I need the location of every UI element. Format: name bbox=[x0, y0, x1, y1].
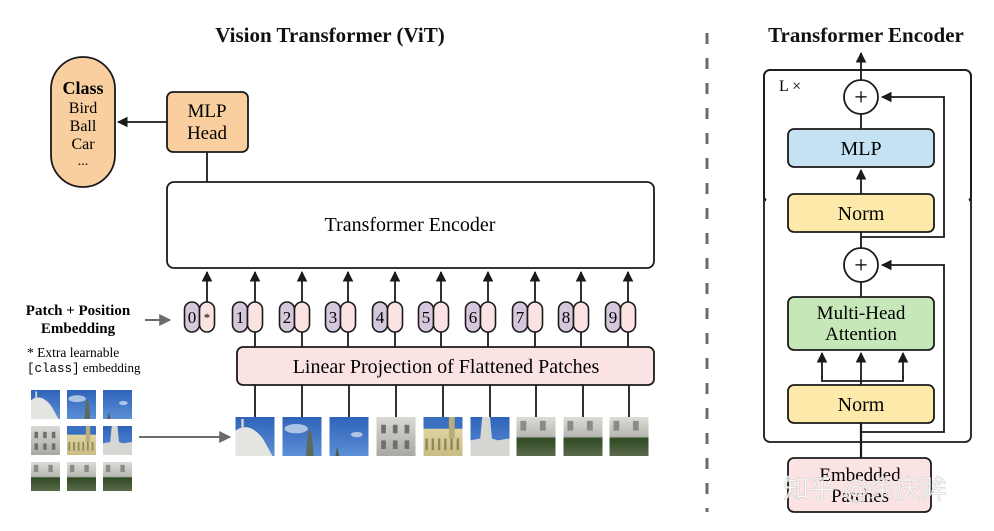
token: 9 bbox=[604, 270, 637, 347]
patch-embedding bbox=[339, 301, 357, 333]
token: 4 bbox=[371, 270, 404, 347]
token: 8 bbox=[557, 270, 590, 347]
image-patch bbox=[282, 417, 322, 456]
position-index: 2 bbox=[283, 308, 292, 327]
patch-embedding bbox=[293, 301, 311, 333]
image-patch bbox=[67, 390, 96, 419]
position-index: 6 bbox=[469, 308, 478, 327]
extra-note: * Extra learnable bbox=[27, 345, 119, 360]
encoder-detail-title: Transformer Encoder bbox=[768, 23, 964, 47]
class-item: ... bbox=[78, 154, 89, 169]
flattened-patches bbox=[235, 385, 649, 456]
token: 7 bbox=[511, 270, 544, 347]
image-patch bbox=[103, 390, 132, 419]
mlp-label: MLP bbox=[840, 138, 881, 160]
attention-label: Attention bbox=[825, 324, 897, 345]
norm-label: Norm bbox=[838, 203, 885, 225]
class-item: Bird bbox=[69, 100, 97, 117]
vit-title: Vision Transformer (ViT) bbox=[215, 23, 444, 47]
image-patch bbox=[103, 426, 132, 455]
vit-diagram: Vision Transformer (ViT) Class Bird Ball… bbox=[26, 23, 972, 513]
embedding-word: embedding bbox=[80, 360, 142, 375]
position-index: 7 bbox=[516, 308, 525, 327]
patch-embedding bbox=[479, 301, 497, 333]
image-patch bbox=[376, 417, 416, 456]
mlp-block: MLP bbox=[787, 128, 935, 168]
class-output-box: Class Bird Ball Car ... bbox=[50, 56, 116, 188]
position-index: 9 bbox=[609, 308, 618, 327]
mlp-head-label: Head bbox=[187, 123, 228, 144]
token: 6 bbox=[464, 270, 497, 347]
position-index: 0 bbox=[188, 308, 197, 327]
patch-embedding bbox=[619, 301, 637, 333]
position-index: 4 bbox=[376, 308, 385, 327]
attention-label: Multi-Head bbox=[817, 303, 906, 324]
norm-label: Norm bbox=[838, 394, 885, 416]
image-patch bbox=[67, 462, 96, 491]
residual-add-top: + bbox=[843, 79, 879, 115]
image-patch bbox=[235, 417, 275, 456]
source-image-grid bbox=[31, 390, 132, 491]
mlp-head-label: MLP bbox=[187, 101, 226, 122]
linear-projection-label: Linear Projection of Flattened Patches bbox=[293, 356, 600, 378]
transformer-encoder-label: Transformer Encoder bbox=[325, 214, 496, 236]
patch-embedding-mark: * bbox=[204, 310, 211, 325]
token: 5 bbox=[417, 270, 450, 347]
image-patch bbox=[67, 426, 96, 455]
image-patch bbox=[31, 462, 60, 491]
linear-projection-box: Linear Projection of Flattened Patches bbox=[236, 346, 655, 386]
image-patch bbox=[329, 417, 369, 456]
class-item: Car bbox=[71, 136, 95, 153]
patch-embedding bbox=[432, 301, 450, 333]
norm-block-top: Norm bbox=[787, 193, 935, 233]
position-index: 1 bbox=[236, 308, 245, 327]
patch-embedding bbox=[246, 301, 264, 333]
repeat-label: L × bbox=[779, 78, 801, 95]
image-patch bbox=[103, 462, 132, 491]
patch-position-label: Patch + Position bbox=[26, 303, 131, 319]
position-index: 8 bbox=[562, 308, 571, 327]
class-token-code: [class] bbox=[27, 362, 80, 376]
position-index: 3 bbox=[329, 308, 338, 327]
patch-embedding bbox=[386, 301, 404, 333]
residual-add-bottom: + bbox=[843, 247, 879, 283]
qkv-arrows bbox=[816, 351, 909, 385]
class-heading: Class bbox=[62, 78, 103, 98]
patch-embedding bbox=[572, 301, 590, 333]
class-item: Ball bbox=[70, 118, 97, 135]
image-patch bbox=[31, 390, 60, 419]
image-patch bbox=[31, 426, 60, 455]
add-icon: + bbox=[854, 253, 868, 279]
image-patch bbox=[516, 417, 556, 456]
watermark: 知乎 @余庆眸 bbox=[783, 475, 947, 505]
token: 1 bbox=[231, 270, 264, 347]
position-index: 5 bbox=[422, 308, 431, 327]
token: 0 * bbox=[183, 270, 216, 333]
token: 3 bbox=[324, 270, 357, 347]
mlp-head-box: MLP Head bbox=[166, 91, 249, 153]
token-embeddings: 0 * 1 2 3 4 5 6 7 8 9 bbox=[183, 270, 637, 347]
add-icon: + bbox=[854, 85, 868, 111]
image-patch bbox=[470, 417, 510, 456]
patch-position-label: Embedding bbox=[41, 321, 116, 337]
attention-block: Multi-Head Attention bbox=[787, 296, 935, 351]
extra-note-line2: [class] embedding bbox=[27, 360, 141, 376]
image-patch bbox=[609, 417, 649, 456]
patch-embedding bbox=[526, 301, 544, 333]
token: 2 bbox=[278, 270, 311, 347]
image-patch bbox=[563, 417, 603, 456]
norm-block-bottom: Norm bbox=[787, 384, 935, 424]
image-patch bbox=[423, 417, 463, 456]
transformer-encoder-box: Transformer Encoder bbox=[166, 181, 655, 269]
